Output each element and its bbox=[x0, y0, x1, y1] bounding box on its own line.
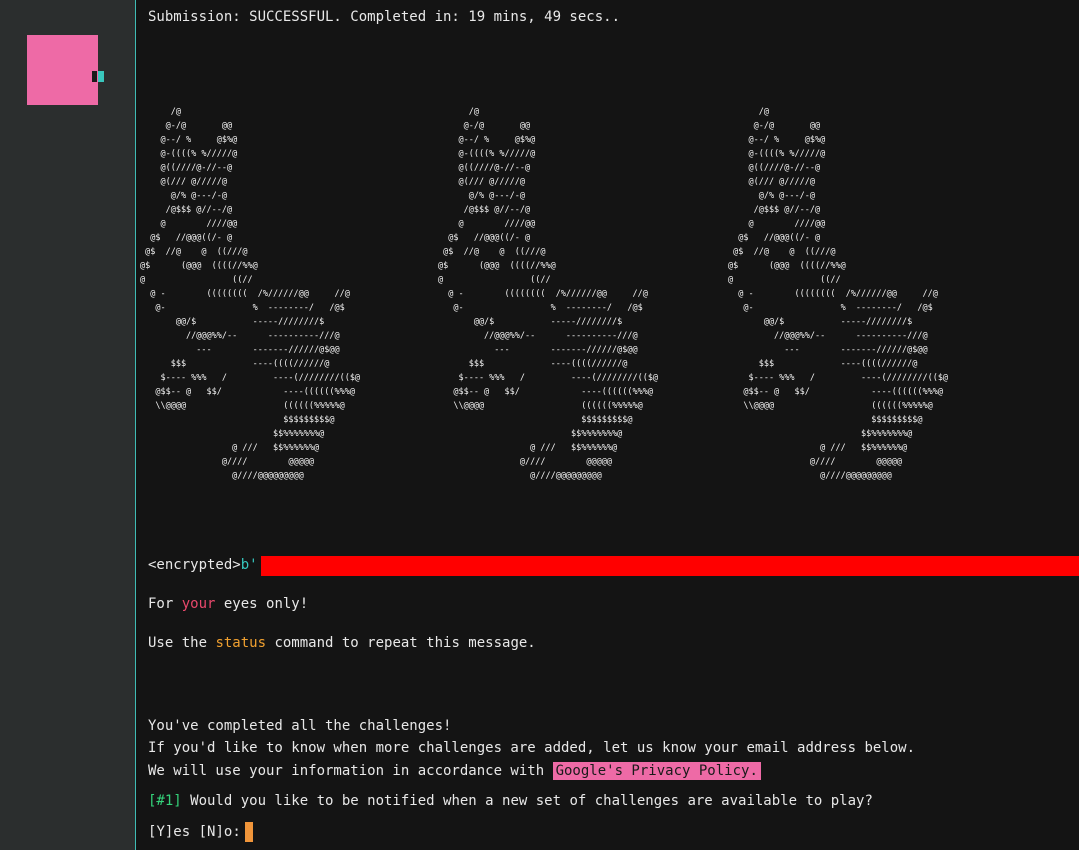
question-number: [#1] bbox=[148, 793, 182, 809]
completion-line-2: If you'd like to know when more challeng… bbox=[148, 740, 916, 756]
redacted-block bbox=[261, 556, 1079, 576]
input-cursor[interactable] bbox=[244, 822, 253, 842]
logo-notch bbox=[92, 71, 97, 82]
status-hint-line: Use the status command to repeat this me… bbox=[148, 634, 536, 652]
sidebar bbox=[0, 0, 136, 850]
question-text: Would you like to be notified when a new… bbox=[181, 793, 873, 809]
encrypted-prefix: b' bbox=[240, 557, 258, 573]
yes-label: ]es bbox=[164, 824, 199, 840]
completion-line-1: You've completed all the challenges! bbox=[148, 718, 452, 734]
no-open-bracket: [ bbox=[198, 824, 208, 840]
ascii-art-trophy-3: /@ @-/@ @@ @--/ % @$%@ @-((((% %/////@ @… bbox=[728, 107, 949, 481]
yes-key[interactable]: Y bbox=[156, 824, 164, 840]
terminal[interactable]: Submission: SUCCESSFUL. Completed in: 19… bbox=[136, 0, 1079, 850]
eyes-only-text-start: For bbox=[148, 596, 182, 612]
ascii-art-trophy-1: /@ @-/@ @@ @--/ % @$%@ @-((((% %/////@ @… bbox=[140, 107, 361, 481]
eyes-only-line: For your eyes only! bbox=[148, 595, 308, 613]
status-hint-end: command to repeat this message. bbox=[266, 635, 536, 651]
completion-line-3: We will use your information in accordan… bbox=[148, 762, 761, 780]
status-hint-start: Use the bbox=[148, 635, 216, 651]
ascii-art-trophy-2: /@ @-/@ @@ @--/ % @$%@ @-((((% %/////@ @… bbox=[438, 107, 659, 481]
no-label: ]o: bbox=[215, 824, 241, 840]
encrypted-line: <encrypted>b' bbox=[148, 556, 258, 574]
logo-accent bbox=[98, 71, 104, 82]
prompt-line[interactable]: [Y]es [N]o: bbox=[148, 822, 253, 842]
logo bbox=[27, 35, 98, 105]
privacy-text: We will use your information in accordan… bbox=[148, 763, 553, 779]
status-line: Submission: SUCCESSFUL. Completed in: 19… bbox=[148, 9, 621, 25]
question-line: [#1] Would you like to be notified when … bbox=[148, 792, 873, 810]
eyes-only-text-end: eyes only! bbox=[215, 596, 309, 612]
encrypted-label: <encrypted> bbox=[148, 557, 241, 573]
status-command: status bbox=[215, 635, 267, 651]
eyes-only-highlight: your bbox=[181, 596, 216, 612]
privacy-policy-link[interactable]: Google's Privacy Policy. bbox=[552, 762, 761, 780]
